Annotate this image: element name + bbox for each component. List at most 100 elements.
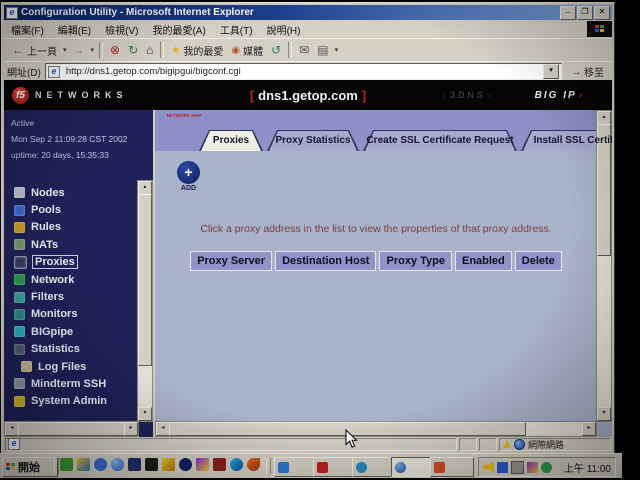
scroll-up-icon[interactable]: ▴ — [597, 111, 611, 125]
f5-header-bar: f5 NETWORKS [dns1.getop.com] 3DNS BIG IP — [4, 80, 612, 110]
menu-tools[interactable]: 工具(T) — [213, 21, 260, 38]
print-button[interactable] — [313, 42, 332, 58]
sidebar-horizontal-scrollbar[interactable]: ◂ ▸ — [4, 421, 139, 437]
bracket-right: ] — [358, 88, 370, 103]
sidebar-item-statistics[interactable]: Statistics — [14, 341, 135, 358]
scroll-thumb[interactable] — [18, 422, 125, 436]
tab-proxy-statistics[interactable]: Proxy Statistics — [267, 130, 359, 151]
minimize-button[interactable] — [560, 6, 576, 20]
taskbar-grip[interactable] — [266, 458, 271, 474]
scroll-thumb[interactable] — [138, 194, 152, 366]
menu-help[interactable]: 說明(H) — [260, 21, 308, 38]
sidebar-item-system-admin[interactable]: System Admin — [14, 393, 135, 410]
quick-launch-icon[interactable] — [77, 458, 90, 471]
menu-favorites[interactable]: 我的最愛(A) — [145, 21, 212, 38]
home-button[interactable] — [142, 42, 157, 58]
sidebar-item-mindterm-ssh[interactable]: Mindterm SSH — [14, 375, 135, 392]
system-datetime: Mon Sep 2 11:09:28 CST 2002 — [11, 131, 127, 147]
sidebar-item-monitors[interactable]: Monitors — [14, 306, 135, 323]
main-vertical-scrollbar[interactable]: ▴ ▾ — [596, 110, 612, 422]
quick-launch-icon[interactable] — [111, 458, 124, 471]
quick-launch-icon[interactable] — [179, 458, 192, 471]
standard-toolbar: 上一頁 ▾ ▾ 我的最愛 媒體 — [4, 38, 612, 61]
sidebar-vertical-scrollbar[interactable]: ▴ ▾ — [137, 180, 153, 422]
task-button[interactable] — [274, 457, 318, 477]
column-enabled: Enabled — [455, 251, 512, 271]
quick-launch-bar — [60, 458, 260, 471]
system-tray: 上午 11:00 — [478, 457, 616, 477]
scroll-left-icon[interactable]: ◂ — [5, 422, 19, 436]
quick-launch-icon[interactable] — [94, 458, 107, 471]
scroll-left-icon[interactable]: ◂ — [156, 422, 170, 436]
start-button[interactable]: 開始 — [2, 457, 58, 477]
tray-icon[interactable] — [541, 462, 552, 473]
scroll-down-icon[interactable]: ▾ — [138, 407, 152, 421]
tray-icon[interactable] — [497, 462, 508, 473]
forward-dropdown-icon[interactable]: ▾ — [89, 46, 97, 54]
sidebar-item-log-files[interactable]: Log Files — [14, 358, 135, 375]
stop-button[interactable] — [106, 42, 124, 58]
network-map-button[interactable]: NETWORK MAP — [161, 113, 207, 119]
sidebar-item-filters[interactable]: Filters — [14, 288, 135, 305]
back-button[interactable]: 上一頁 — [8, 41, 61, 60]
media-icon — [231, 43, 240, 57]
status-pane-main — [5, 438, 457, 451]
sidebar-item-proxies[interactable]: Proxies — [14, 254, 135, 271]
start-label: 開始 — [18, 459, 40, 475]
menu-edit[interactable]: 編輯(E) — [51, 21, 98, 38]
network-status-icon[interactable] — [511, 461, 524, 474]
quick-launch-icon[interactable] — [145, 458, 158, 471]
volume-icon[interactable] — [483, 462, 494, 473]
address-dropdown-icon[interactable]: ▾ — [543, 64, 559, 79]
task-button[interactable] — [430, 457, 474, 477]
tab-proxies[interactable]: Proxies — [199, 130, 263, 151]
toolbar-more-icon[interactable]: ▾ — [333, 46, 341, 54]
title-bar[interactable]: Configuration Utility - Microsoft Intern… — [4, 5, 612, 20]
sidebar-item-rules[interactable]: Rules — [14, 219, 135, 236]
menu-bar: 檔案(F) 編輯(E) 檢視(V) 我的最愛(A) 工具(T) 說明(H) — [4, 21, 586, 37]
scroll-right-icon[interactable]: ▸ — [582, 422, 596, 436]
quick-launch-icon[interactable] — [213, 458, 226, 471]
close-button[interactable] — [594, 6, 610, 20]
maximize-button[interactable] — [577, 6, 593, 20]
scroll-up-icon[interactable]: ▴ — [138, 181, 152, 195]
quick-launch-icon[interactable] — [162, 458, 175, 471]
quick-launch-icon[interactable] — [196, 458, 209, 471]
favorites-button[interactable]: 我的最愛 — [167, 41, 227, 60]
sidebar-item-bigpipe[interactable]: BIGpipe — [14, 323, 135, 340]
scroll-right-icon[interactable]: ▸ — [124, 422, 138, 436]
sidebar-item-network[interactable]: Network — [14, 271, 135, 288]
menu-file[interactable]: 檔案(F) — [4, 21, 51, 38]
task-button-active[interactable] — [391, 457, 435, 477]
media-button[interactable]: 媒體 — [227, 41, 267, 60]
back-dropdown-icon[interactable]: ▾ — [61, 46, 69, 54]
log-files-icon — [21, 361, 32, 372]
add-button[interactable]: + — [177, 161, 200, 184]
task-window-icon — [434, 462, 445, 473]
refresh-button[interactable] — [124, 42, 142, 58]
quick-launch-icon[interactable] — [128, 458, 141, 471]
tab-create-ssl-certificate-request[interactable]: Create SSL Certificate Request — [363, 130, 517, 151]
tray-icon[interactable] — [527, 462, 538, 473]
internet-globe-icon — [514, 439, 525, 450]
task-button[interactable] — [313, 457, 357, 477]
task-button[interactable] — [352, 457, 396, 477]
quick-launch-icon[interactable] — [230, 458, 243, 471]
sidebar-item-nodes[interactable]: Nodes — [14, 184, 135, 201]
quick-launch-icon[interactable] — [60, 458, 73, 471]
sidebar-item-pools[interactable]: Pools — [14, 201, 135, 218]
main-horizontal-scrollbar[interactable]: ◂ ▸ — [155, 421, 597, 437]
sidebar-item-nats[interactable]: NATs — [14, 236, 135, 253]
scroll-down-icon[interactable]: ▾ — [597, 407, 611, 421]
quick-launch-icon[interactable] — [247, 458, 260, 471]
go-button[interactable]: 移至 — [566, 63, 609, 80]
menu-view[interactable]: 檢視(V) — [98, 21, 145, 38]
tab-install-ssl-certificate[interactable]: Install SSL Certif — [521, 130, 612, 151]
forward-icon — [73, 44, 85, 56]
mail-button[interactable] — [295, 42, 313, 58]
forward-button[interactable] — [69, 42, 89, 58]
history-button[interactable] — [267, 42, 285, 58]
taskbar-grip[interactable] — [54, 458, 59, 474]
address-input[interactable]: http://dns1.getop.com/bigipgui/bigconf.c… — [45, 63, 562, 80]
address-label: 網址(D) — [7, 64, 41, 79]
